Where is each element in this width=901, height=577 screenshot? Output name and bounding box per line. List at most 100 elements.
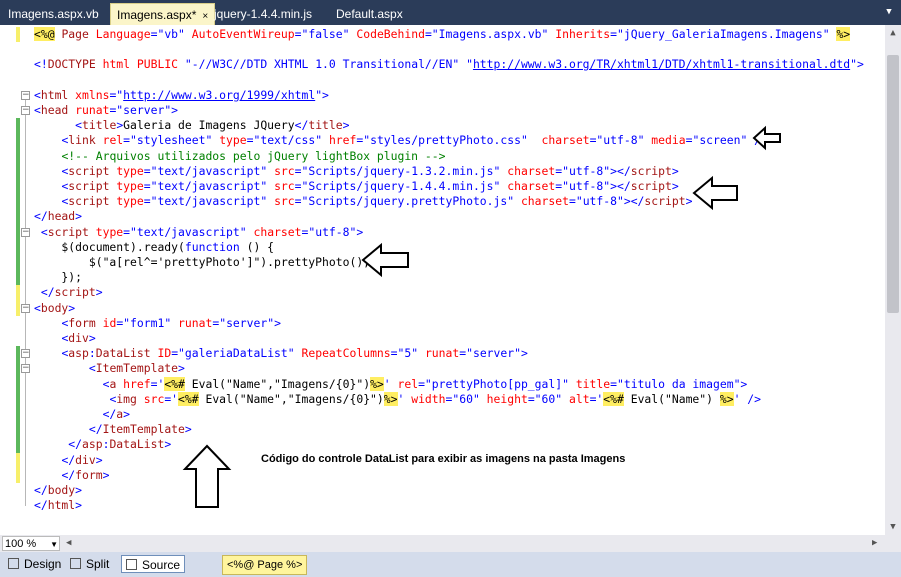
scrollbar-thumb[interactable] [887, 55, 899, 313]
code-token: titulo da imagem [623, 376, 734, 391]
code-token: charset [520, 194, 569, 209]
code-token: " [260, 194, 275, 209]
code-token: text/css [260, 133, 316, 148]
scroll-down-icon[interactable]: ▼ [885, 519, 901, 535]
code-line[interactable]: </asp:DataList> [34, 437, 171, 452]
code-line[interactable]: $("a[rel^='prettyPhoto']").prettyPhoto()… [34, 255, 370, 270]
code-token: " [555, 391, 569, 406]
code-line[interactable]: <link rel="stylesheet" type="text/css" h… [34, 133, 767, 148]
code-token: =' [150, 376, 165, 391]
horizontal-scrollbar[interactable]: 100 % ▼ ◀ ▶ [0, 535, 901, 552]
code-token: =" [294, 163, 309, 178]
code-token: alt [568, 391, 590, 406]
code-line[interactable]: <html xmlns="http://www.w3.org/1999/xhtm… [34, 88, 329, 103]
code-line[interactable]: $(document).ready(function () { [34, 240, 274, 255]
code-line[interactable]: </html> [34, 498, 82, 513]
code-line[interactable]: <script type="text/javascript" src="Scri… [34, 179, 678, 194]
code-token: <%# [603, 391, 624, 406]
code-token: =" [294, 194, 309, 209]
design-label: Design [24, 557, 62, 571]
vertical-scrollbar[interactable]: ▲ ▼ [885, 25, 901, 535]
code-line[interactable]: <!-- Arquivos utilizados pelo jQuery lig… [34, 149, 445, 164]
code-token: Page [61, 27, 89, 41]
code-line[interactable]: <img src='<%# Eval("Name","Imagens/{0}")… [34, 391, 761, 407]
code-line[interactable]: </body> [34, 483, 82, 498]
code-token: < [75, 118, 83, 133]
code-token: body [47, 483, 76, 497]
code-token: " [315, 133, 329, 148]
code-line[interactable]: </script> [34, 285, 103, 300]
code-line[interactable]: <script type="text/javascript" src="Scri… [34, 194, 692, 209]
code-line[interactable]: <script type="text/javascript" charset="… [34, 225, 363, 240]
source-view-button[interactable]: Source [121, 555, 186, 573]
code-line[interactable]: <head runat="server"> [34, 103, 178, 118]
code-token: =" [109, 87, 124, 102]
code-line[interactable]: }); [34, 270, 82, 285]
code-token: script [68, 179, 110, 193]
tab-label: jquery-1.4.4.min.js [214, 7, 313, 21]
design-view-button[interactable]: Design [4, 555, 65, 573]
code-token: <%# [178, 391, 199, 406]
chevron-down-icon[interactable]: ▼ [883, 6, 895, 18]
zoom-select[interactable]: 100 % ▼ [2, 536, 60, 551]
tag-breadcrumb[interactable]: <%@ Page %> [222, 555, 308, 575]
code-token: jQuery_GaleriaImagens.Imagens [623, 27, 823, 41]
code-line[interactable]: <!DOCTYPE html PUBLIC "-//W3C//DTD XHTML… [34, 57, 864, 72]
code-token: =' [164, 391, 179, 406]
collapse-icon[interactable]: − [21, 349, 30, 359]
tab-imagens-aspx-vb[interactable]: Imagens.aspx.vb [2, 3, 105, 25]
code-token: height [486, 391, 528, 406]
code-token: "-//W3C//DTD XHTML 1.0 Transitional//EN"… [178, 57, 473, 72]
collapse-icon[interactable]: − [21, 90, 30, 100]
code-token: ' [397, 391, 412, 406]
collapse-icon[interactable]: − [21, 227, 30, 237]
code-line[interactable]: <script type="text/javascript" src="Scri… [34, 163, 678, 179]
code-token: </ [40, 285, 55, 300]
code-token: server [123, 103, 165, 117]
code-line[interactable]: <body> [34, 301, 75, 316]
tab-imagens-aspx[interactable]: Imagens.aspx* × [110, 3, 216, 25]
code-token: title [308, 118, 343, 133]
collapse-icon[interactable]: − [21, 303, 30, 313]
code-line[interactable]: <a href='<%# Eval("Name","Imagens/{0}")%… [34, 376, 747, 392]
code-token: "> [164, 103, 179, 117]
code-line[interactable]: </a> [34, 407, 130, 422]
code-line[interactable]: </head> [34, 209, 82, 224]
tab-jquery-min-js[interactable]: jquery-1.4.4.min.js [208, 3, 318, 25]
code-line[interactable]: <title>Galeria de Imagens JQuery</title> [34, 118, 349, 133]
code-line[interactable]: </ItemTemplate> [34, 422, 192, 437]
code-editor[interactable]: − − − − − − <%@ Page Language="vb" AutoEventW… [0, 25, 885, 535]
collapse-icon[interactable]: − [21, 364, 30, 374]
collapse-icon[interactable]: − [21, 106, 30, 115]
code-line[interactable]: <asp:DataList ID="galeriaDataList" Repea… [34, 346, 527, 361]
code-token: " [507, 194, 521, 209]
code-token: text/javascript [157, 194, 261, 209]
code-token: ItemTemplate [102, 422, 185, 437]
code-line[interactable]: <div> [34, 331, 95, 346]
code-token: " [472, 391, 487, 406]
code-line[interactable]: <%@ Page Language="vb" AutoEventWireup="… [34, 27, 851, 42]
changed-line-marker [16, 346, 20, 453]
code-line[interactable]: </div> [34, 453, 102, 468]
code-token: < [34, 103, 41, 117]
code-line[interactable]: <form id="form1" runat="server"> [34, 316, 281, 331]
code-token: =' [589, 391, 604, 406]
code-line[interactable]: </form> [34, 468, 109, 483]
scroll-left-icon[interactable]: ◀ [66, 538, 71, 548]
code-token: =" [390, 346, 405, 361]
tab-default-aspx[interactable]: Default.aspx [330, 3, 409, 25]
split-view-button[interactable]: Split [66, 555, 113, 573]
code-line[interactable]: <ItemTemplate> [34, 361, 185, 376]
code-token: text/javascript [157, 179, 261, 193]
tab-label: Imagens.aspx* [117, 8, 197, 22]
scroll-right-icon[interactable]: ▶ [872, 538, 877, 548]
scroll-up-icon[interactable]: ▲ [885, 25, 901, 41]
